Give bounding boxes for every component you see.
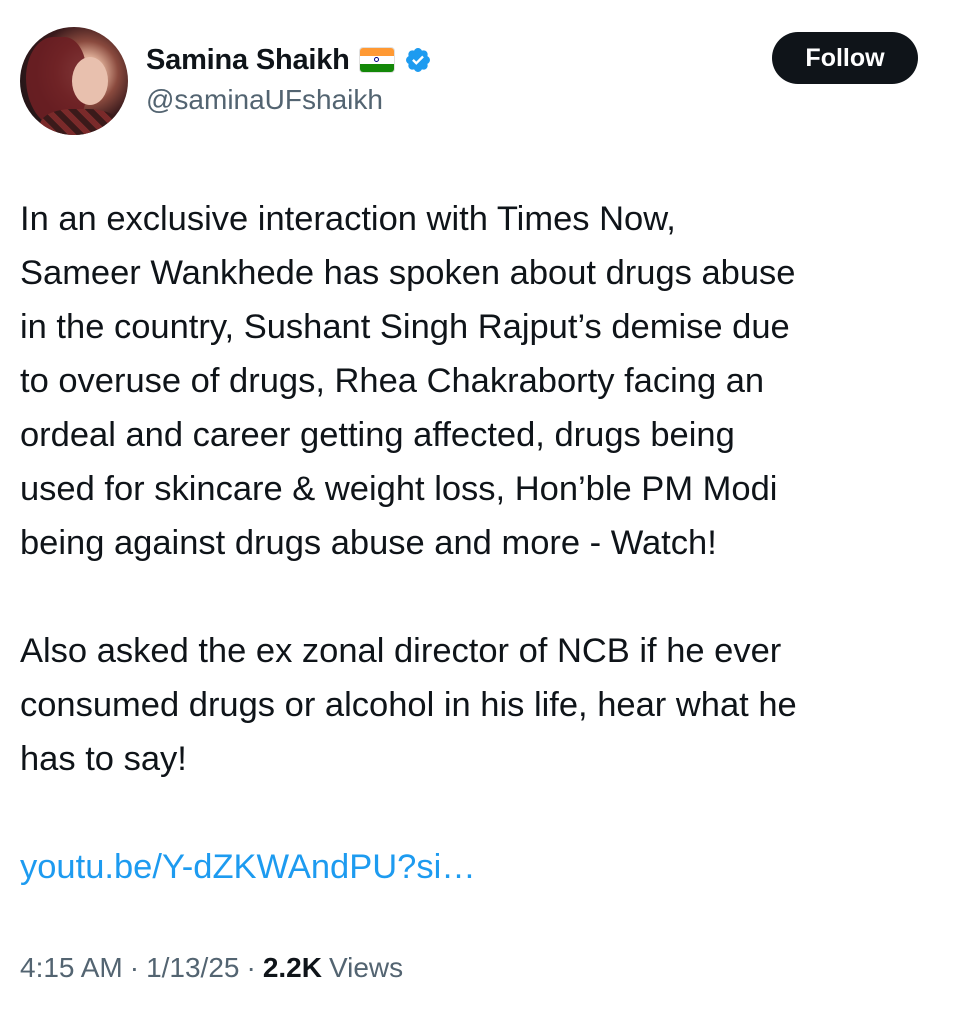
tweet-line: consumed drugs or alcohol in his life, h… <box>20 686 797 724</box>
tweet-line: Sameer Wankhede has spoken about drugs a… <box>20 254 796 292</box>
user-handle[interactable]: @saminaUFshaikh <box>146 84 383 116</box>
avatar-shirt <box>40 109 120 135</box>
tweet-line: Also asked the ex zonal director of NCB … <box>20 632 782 670</box>
tweet-line: ordeal and career getting affected, drug… <box>20 416 735 454</box>
tweet-line: has to say! <box>20 740 187 778</box>
tweet-line: In an exclusive interaction with Times N… <box>20 200 676 238</box>
tweet-meta: 4:15 AM · 1/13/25 · 2.2K Views <box>20 952 403 984</box>
views-label: Views <box>328 952 404 983</box>
verified-badge-icon[interactable] <box>404 46 432 74</box>
tweet-date[interactable]: 1/13/25 <box>146 952 239 984</box>
views-count: 2.2K <box>262 952 322 983</box>
avatar-face <box>72 57 108 105</box>
follow-button[interactable]: Follow <box>772 32 918 84</box>
tweet-line: used for skincare & weight loss, Hon’ble… <box>20 470 778 508</box>
tweet-line: in the country, Sushant Singh Rajput’s d… <box>20 308 790 346</box>
tweet-time[interactable]: 4:15 AM <box>20 952 123 984</box>
tweet-link[interactable]: youtu.be/Y-dZKWAndPU?si… <box>20 848 476 886</box>
name-row: Samina Shaikh <box>146 40 432 80</box>
avatar[interactable] <box>20 27 128 135</box>
tweet-line: being against drugs abuse and more - Wat… <box>20 524 717 562</box>
tweet-text: In an exclusive interaction with Times N… <box>20 192 940 894</box>
display-name[interactable]: Samina Shaikh <box>146 44 350 77</box>
india-flag-icon <box>359 48 394 72</box>
meta-separator: · <box>246 952 256 983</box>
meta-separator: · <box>129 952 140 983</box>
tweet-line: to overuse of drugs, Rhea Chakraborty fa… <box>20 362 765 400</box>
